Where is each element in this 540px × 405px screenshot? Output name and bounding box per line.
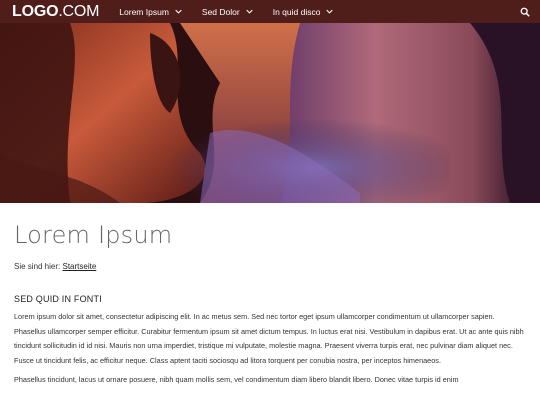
nav-item-label: In quid disco (272, 6, 321, 17)
site-logo[interactable]: LOGO.COM (12, 3, 99, 21)
main-menu: Lorem Ipsum Sed Dolor In quid disco (119, 7, 353, 17)
chevron-down-icon (175, 9, 182, 14)
nav-item-label: Sed Dolor (201, 6, 240, 17)
section-heading: SED QUID IN FONTI (14, 294, 102, 304)
hero-image (0, 23, 540, 203)
page-title: Lorem Ipsum (14, 221, 173, 249)
top-navigation-bar: LOGO.COM Lorem Ipsum Sed Dolor In quid d… (0, 0, 540, 23)
canyon-photo (0, 23, 540, 203)
breadcrumb-prefix: Sie sind hier: (14, 262, 61, 271)
nav-item-label: Lorem Ipsum (119, 6, 169, 17)
logo-light-text: .COM (58, 2, 100, 20)
breadcrumb-link-startseite[interactable]: Startseite (62, 262, 96, 271)
breadcrumb: Sie sind hier: Startseite (14, 262, 526, 271)
chevron-down-icon (246, 9, 253, 14)
nav-item-in-quid-disco[interactable]: In quid disco (273, 7, 334, 17)
main-content: Lorem Ipsum Sie sind hier: Startseite SE… (14, 220, 526, 388)
body-paragraph: Lorem ipsum dolor sit amet, consectetur … (14, 312, 524, 366)
nav-item-sed-dolor[interactable]: Sed Dolor (202, 7, 253, 17)
nav-item-lorem-ipsum[interactable]: Lorem Ipsum (119, 7, 182, 17)
body-paragraph: Phasellus tincidunt, lacus ut ornare pos… (14, 374, 459, 384)
logo-bold-text: LOGO (12, 2, 59, 20)
chevron-down-icon (326, 9, 334, 14)
search-icon[interactable] (520, 7, 530, 17)
